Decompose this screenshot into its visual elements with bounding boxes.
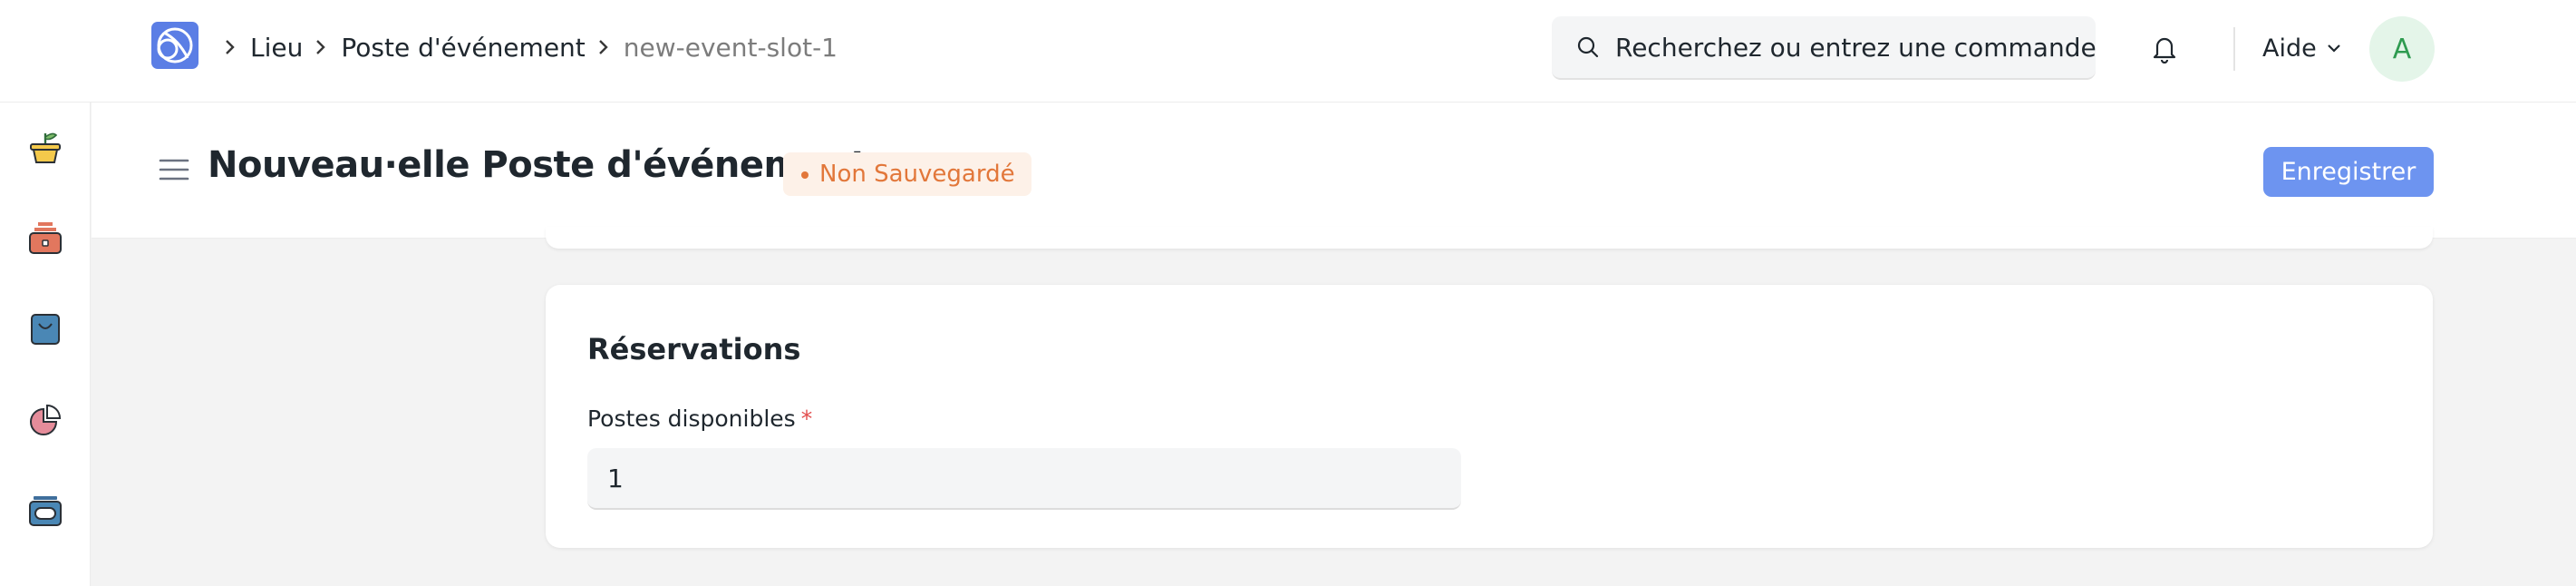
avatar[interactable]: A (2369, 16, 2435, 82)
app-logo-icon[interactable] (151, 22, 199, 69)
notification-bell-icon[interactable] (2150, 33, 2179, 63)
left-sidebar (0, 103, 91, 586)
help-label: Aide (2262, 34, 2317, 63)
status-badge-label: Non Sauvegardé (819, 161, 1015, 188)
available-slots-label: Postes disponibles * (587, 405, 812, 432)
breadcrumb-item-poste[interactable]: Poste d'événement (341, 33, 585, 63)
save-button[interactable]: Enregistrer (2263, 147, 2434, 197)
chevron-right-icon (221, 37, 239, 57)
pie-chart-icon[interactable] (25, 400, 65, 440)
reservations-section: Réservations Postes disponibles * 1 (546, 285, 2433, 548)
breadcrumb-item-lieu[interactable]: Lieu (250, 33, 303, 63)
chevron-down-icon (2327, 44, 2340, 53)
archive-box-icon[interactable] (25, 491, 65, 531)
section-title: Réservations (587, 332, 801, 366)
previous-section-card (546, 227, 2433, 249)
chevron-right-icon (595, 37, 613, 57)
toolbox-icon[interactable] (25, 219, 65, 259)
page-header: Nouveau·elle Poste d'événement Non Sauve… (92, 103, 2576, 239)
search-placeholder: Recherchez ou entrez une commande (1615, 32, 2097, 63)
plant-pot-icon[interactable] (25, 128, 65, 168)
search-icon (1575, 34, 1601, 60)
chevron-right-icon (312, 37, 330, 57)
page-title: Nouveau·elle Poste d'événement (208, 144, 867, 186)
required-marker: * (800, 405, 813, 432)
shopping-bag-icon[interactable] (25, 309, 65, 349)
status-badge: Non Sauvegardé (783, 152, 1031, 196)
breadcrumb-current: new-event-slot-1 (623, 32, 838, 63)
help-dropdown[interactable]: Aide (2262, 25, 2342, 71)
status-dot-icon (801, 171, 809, 179)
search-input[interactable]: Recherchez ou entrez une commande (1552, 16, 2097, 80)
navbar-divider (2233, 27, 2235, 71)
available-slots-field[interactable]: 1 (587, 448, 1461, 510)
available-slots-label-text: Postes disponibles (587, 405, 796, 432)
top-navbar: Lieu Poste d'événement new-event-slot-1 … (0, 0, 2576, 103)
breadcrumb: Lieu Poste d'événement new-event-slot-1 (218, 0, 838, 94)
menu-icon[interactable] (159, 157, 189, 182)
